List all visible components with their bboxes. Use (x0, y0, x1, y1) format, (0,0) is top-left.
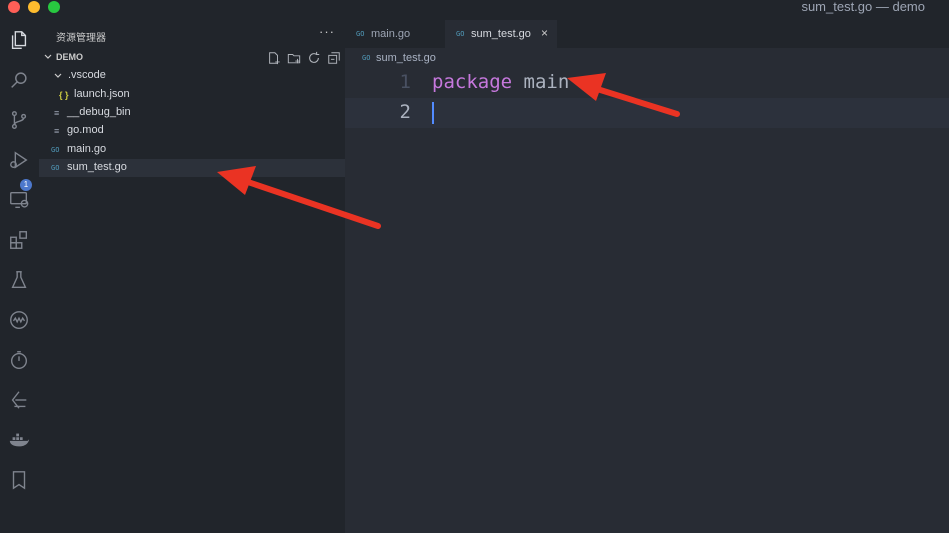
tree-item-vscode-folder[interactable]: .vscode (39, 67, 345, 85)
editor-tabs: GO main.go GO sum_test.go × (345, 20, 949, 48)
docker-icon[interactable] (8, 429, 30, 451)
activity-bar: 1 (0, 20, 39, 533)
tree-item-label: main.go (67, 143, 107, 155)
chevron-down-icon (44, 54, 52, 59)
close-window-button[interactable] (8, 1, 20, 13)
code-editor[interactable]: GO sum_test.go 1 package main 2 (345, 48, 949, 533)
line-number: 1 (399, 71, 411, 93)
new-file-button[interactable] (266, 50, 282, 66)
section-actions (266, 50, 342, 66)
tree-item-sum-test-go[interactable]: GO sum_test.go (39, 159, 345, 177)
tree-item-go-mod[interactable]: ≡ go.mod (39, 122, 345, 140)
explorer-sidebar: 资源管理器 ··· DEMO .vscode { } launch.json ≡… (39, 20, 345, 533)
code-text: package main (432, 71, 569, 93)
collapse-all-icon (328, 52, 340, 64)
code-line[interactable]: 1 package main (345, 68, 949, 98)
go-file-icon: GO (51, 146, 60, 154)
tab-label: main.go (371, 28, 411, 40)
tab-main-go[interactable]: GO main.go (345, 20, 445, 48)
title-bar: sum_test.go — demo (0, 0, 949, 14)
run-debug-icon[interactable] (8, 149, 30, 171)
timer-icon[interactable] (8, 349, 30, 371)
codeium-icon[interactable] (8, 309, 30, 331)
tree-item-label: sum_test.go (67, 161, 127, 173)
line-number: 2 (399, 101, 411, 123)
tab-sum-test-go[interactable]: GO sum_test.go × (445, 20, 557, 48)
go-file-icon: GO (356, 30, 365, 38)
tree-item-label: __debug_bin (67, 106, 131, 118)
new-folder-icon (287, 54, 301, 64)
deploy-icon[interactable] (8, 389, 30, 411)
chevron-down-icon (54, 73, 62, 78)
more-actions-button[interactable]: ··· (319, 24, 335, 39)
search-icon[interactable] (8, 69, 30, 91)
text-file-icon: ≡ (54, 108, 60, 118)
keyword-token: package (432, 71, 513, 93)
tree-item-launch-json[interactable]: { } launch.json (39, 86, 345, 104)
go-file-icon: GO (456, 30, 465, 38)
breadcrumb: GO sum_test.go (345, 48, 949, 68)
tree-item-label: go.mod (67, 124, 104, 136)
tree-item-debug-bin[interactable]: ≡ __debug_bin (39, 104, 345, 122)
tree-item-label: .vscode (68, 69, 106, 81)
extensions-icon[interactable] (8, 229, 30, 251)
go-file-icon: GO (362, 54, 371, 62)
tab-label: sum_test.go (471, 28, 531, 40)
json-file-icon: { } (59, 90, 69, 100)
text-file-icon: ≡ (54, 126, 60, 136)
refresh-icon (309, 51, 320, 63)
maximize-window-button[interactable] (48, 1, 60, 13)
remote-explorer-icon[interactable] (8, 189, 30, 211)
testing-icon[interactable] (8, 269, 30, 291)
explorer-icon[interactable] (8, 29, 30, 51)
go-file-icon: GO (51, 164, 60, 172)
tree-item-main-go[interactable]: GO main.go (39, 141, 345, 159)
minimize-window-button[interactable] (28, 1, 40, 13)
new-folder-button[interactable] (286, 50, 302, 66)
folder-section-header[interactable]: DEMO (39, 49, 345, 67)
code-line-current[interactable]: 2 (345, 98, 949, 128)
refresh-button[interactable] (306, 50, 322, 66)
text-cursor (432, 102, 434, 124)
folder-name: DEMO (56, 52, 83, 62)
collapse-all-button[interactable] (326, 50, 342, 66)
identifier-token: main (512, 71, 570, 93)
close-tab-icon[interactable]: × (541, 26, 548, 40)
breadcrumb-file[interactable]: sum_test.go (376, 52, 436, 64)
source-control-icon[interactable] (8, 109, 30, 131)
sidebar-title: 资源管理器 (56, 33, 106, 44)
sidebar-header: 资源管理器 ··· (39, 20, 345, 48)
new-file-icon (269, 52, 280, 65)
bookmark-icon[interactable] (8, 469, 30, 491)
window-title: sum_test.go — demo (801, 0, 925, 14)
tree-item-label: launch.json (74, 88, 130, 100)
